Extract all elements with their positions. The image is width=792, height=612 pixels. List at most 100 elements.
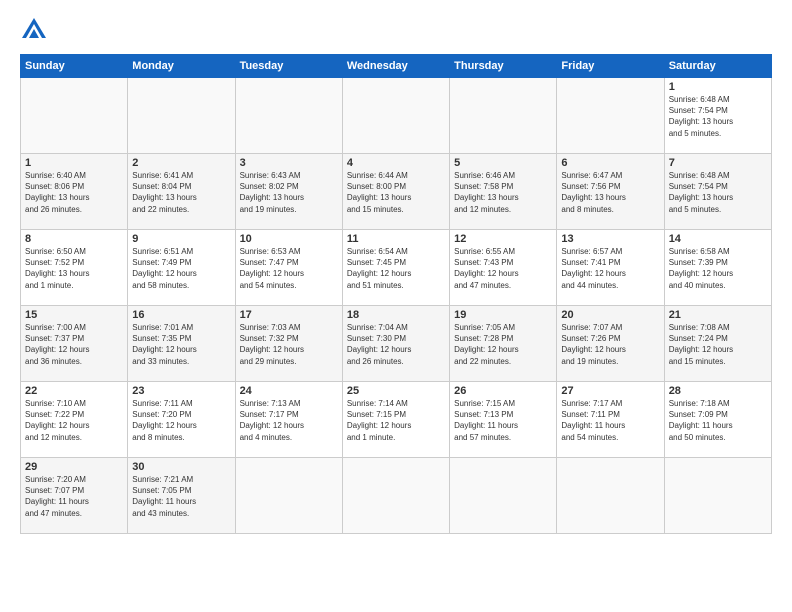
day-number: 27	[561, 385, 659, 397]
day-info: Sunrise: 7:15 AMSunset: 7:13 PMDaylight:…	[454, 398, 552, 443]
calendar-cell: 14Sunrise: 6:58 AMSunset: 7:39 PMDayligh…	[664, 230, 771, 306]
day-info: Sunrise: 6:44 AMSunset: 8:00 PMDaylight:…	[347, 170, 445, 215]
calendar-cell: 20Sunrise: 7:07 AMSunset: 7:26 PMDayligh…	[557, 306, 664, 382]
header-friday: Friday	[557, 55, 664, 78]
day-number: 10	[240, 233, 338, 245]
calendar-cell: 22Sunrise: 7:10 AMSunset: 7:22 PMDayligh…	[21, 382, 128, 458]
day-number: 17	[240, 309, 338, 321]
calendar-cell: 23Sunrise: 7:11 AMSunset: 7:20 PMDayligh…	[128, 382, 235, 458]
calendar-cell: 18Sunrise: 7:04 AMSunset: 7:30 PMDayligh…	[342, 306, 449, 382]
calendar-cell	[235, 78, 342, 154]
day-info: Sunrise: 6:47 AMSunset: 7:56 PMDaylight:…	[561, 170, 659, 215]
day-info: Sunrise: 6:54 AMSunset: 7:45 PMDaylight:…	[347, 246, 445, 291]
day-number: 19	[454, 309, 552, 321]
calendar-table: SundayMondayTuesdayWednesdayThursdayFrid…	[20, 54, 772, 534]
day-info: Sunrise: 7:08 AMSunset: 7:24 PMDaylight:…	[669, 322, 767, 367]
calendar-page: SundayMondayTuesdayWednesdayThursdayFrid…	[0, 0, 792, 612]
calendar-cell: 27Sunrise: 7:17 AMSunset: 7:11 PMDayligh…	[557, 382, 664, 458]
day-number: 2	[132, 157, 230, 169]
calendar-cell	[235, 458, 342, 534]
day-number: 25	[347, 385, 445, 397]
calendar-cell: 12Sunrise: 6:55 AMSunset: 7:43 PMDayligh…	[450, 230, 557, 306]
day-info: Sunrise: 7:04 AMSunset: 7:30 PMDaylight:…	[347, 322, 445, 367]
calendar-cell: 28Sunrise: 7:18 AMSunset: 7:09 PMDayligh…	[664, 382, 771, 458]
calendar-cell: 30Sunrise: 7:21 AMSunset: 7:05 PMDayligh…	[128, 458, 235, 534]
calendar-cell: 24Sunrise: 7:13 AMSunset: 7:17 PMDayligh…	[235, 382, 342, 458]
calendar-cell	[664, 458, 771, 534]
day-number: 5	[454, 157, 552, 169]
day-info: Sunrise: 7:01 AMSunset: 7:35 PMDaylight:…	[132, 322, 230, 367]
day-info: Sunrise: 6:48 AMSunset: 7:54 PMDaylight:…	[669, 170, 767, 215]
day-info: Sunrise: 6:46 AMSunset: 7:58 PMDaylight:…	[454, 170, 552, 215]
logo	[20, 16, 52, 44]
day-number: 30	[132, 461, 230, 473]
calendar-week-2: 8Sunrise: 6:50 AMSunset: 7:52 PMDaylight…	[21, 230, 772, 306]
day-number: 28	[669, 385, 767, 397]
calendar-cell: 7Sunrise: 6:48 AMSunset: 7:54 PMDaylight…	[664, 154, 771, 230]
day-info: Sunrise: 7:00 AMSunset: 7:37 PMDaylight:…	[25, 322, 123, 367]
day-number: 14	[669, 233, 767, 245]
day-number: 24	[240, 385, 338, 397]
calendar-cell: 26Sunrise: 7:15 AMSunset: 7:13 PMDayligh…	[450, 382, 557, 458]
day-info: Sunrise: 7:03 AMSunset: 7:32 PMDaylight:…	[240, 322, 338, 367]
day-number: 7	[669, 157, 767, 169]
calendar-header: SundayMondayTuesdayWednesdayThursdayFrid…	[21, 55, 772, 78]
calendar-cell: 9Sunrise: 6:51 AMSunset: 7:49 PMDaylight…	[128, 230, 235, 306]
calendar-cell: 6Sunrise: 6:47 AMSunset: 7:56 PMDaylight…	[557, 154, 664, 230]
day-info: Sunrise: 6:53 AMSunset: 7:47 PMDaylight:…	[240, 246, 338, 291]
day-number: 15	[25, 309, 123, 321]
calendar-week-3: 15Sunrise: 7:00 AMSunset: 7:37 PMDayligh…	[21, 306, 772, 382]
day-info: Sunrise: 7:18 AMSunset: 7:09 PMDaylight:…	[669, 398, 767, 443]
calendar-cell	[342, 458, 449, 534]
day-number: 3	[240, 157, 338, 169]
header-monday: Monday	[128, 55, 235, 78]
day-info: Sunrise: 6:48 AMSunset: 7:54 PMDaylight:…	[669, 94, 767, 139]
header-saturday: Saturday	[664, 55, 771, 78]
calendar-cell	[342, 78, 449, 154]
day-number: 26	[454, 385, 552, 397]
day-info: Sunrise: 7:05 AMSunset: 7:28 PMDaylight:…	[454, 322, 552, 367]
header-tuesday: Tuesday	[235, 55, 342, 78]
day-info: Sunrise: 6:57 AMSunset: 7:41 PMDaylight:…	[561, 246, 659, 291]
day-number: 12	[454, 233, 552, 245]
day-number: 8	[25, 233, 123, 245]
calendar-cell	[557, 78, 664, 154]
calendar-cell	[450, 78, 557, 154]
calendar-week-4: 22Sunrise: 7:10 AMSunset: 7:22 PMDayligh…	[21, 382, 772, 458]
header-thursday: Thursday	[450, 55, 557, 78]
calendar-cell: 8Sunrise: 6:50 AMSunset: 7:52 PMDaylight…	[21, 230, 128, 306]
calendar-cell: 13Sunrise: 6:57 AMSunset: 7:41 PMDayligh…	[557, 230, 664, 306]
day-number: 23	[132, 385, 230, 397]
logo-icon	[20, 16, 48, 44]
calendar-cell: 1Sunrise: 6:48 AMSunset: 7:54 PMDaylight…	[664, 78, 771, 154]
day-number: 1	[25, 157, 123, 169]
day-number: 21	[669, 309, 767, 321]
header-sunday: Sunday	[21, 55, 128, 78]
calendar-cell: 1Sunrise: 6:40 AMSunset: 8:06 PMDaylight…	[21, 154, 128, 230]
calendar-cell: 19Sunrise: 7:05 AMSunset: 7:28 PMDayligh…	[450, 306, 557, 382]
day-info: Sunrise: 7:20 AMSunset: 7:07 PMDaylight:…	[25, 474, 123, 519]
calendar-week-0: 1Sunrise: 6:48 AMSunset: 7:54 PMDaylight…	[21, 78, 772, 154]
calendar-cell: 25Sunrise: 7:14 AMSunset: 7:15 PMDayligh…	[342, 382, 449, 458]
header-row: SundayMondayTuesdayWednesdayThursdayFrid…	[21, 55, 772, 78]
day-number: 20	[561, 309, 659, 321]
calendar-body: 1Sunrise: 6:48 AMSunset: 7:54 PMDaylight…	[21, 78, 772, 534]
day-number: 9	[132, 233, 230, 245]
day-number: 16	[132, 309, 230, 321]
calendar-cell: 11Sunrise: 6:54 AMSunset: 7:45 PMDayligh…	[342, 230, 449, 306]
calendar-cell: 16Sunrise: 7:01 AMSunset: 7:35 PMDayligh…	[128, 306, 235, 382]
day-number: 22	[25, 385, 123, 397]
day-number: 4	[347, 157, 445, 169]
day-info: Sunrise: 7:21 AMSunset: 7:05 PMDaylight:…	[132, 474, 230, 519]
day-info: Sunrise: 6:40 AMSunset: 8:06 PMDaylight:…	[25, 170, 123, 215]
day-number: 18	[347, 309, 445, 321]
calendar-cell: 17Sunrise: 7:03 AMSunset: 7:32 PMDayligh…	[235, 306, 342, 382]
day-number: 1	[669, 81, 767, 93]
calendar-cell: 10Sunrise: 6:53 AMSunset: 7:47 PMDayligh…	[235, 230, 342, 306]
calendar-cell: 29Sunrise: 7:20 AMSunset: 7:07 PMDayligh…	[21, 458, 128, 534]
calendar-cell: 2Sunrise: 6:41 AMSunset: 8:04 PMDaylight…	[128, 154, 235, 230]
day-info: Sunrise: 6:51 AMSunset: 7:49 PMDaylight:…	[132, 246, 230, 291]
day-info: Sunrise: 7:14 AMSunset: 7:15 PMDaylight:…	[347, 398, 445, 443]
day-info: Sunrise: 6:58 AMSunset: 7:39 PMDaylight:…	[669, 246, 767, 291]
calendar-cell: 5Sunrise: 6:46 AMSunset: 7:58 PMDaylight…	[450, 154, 557, 230]
